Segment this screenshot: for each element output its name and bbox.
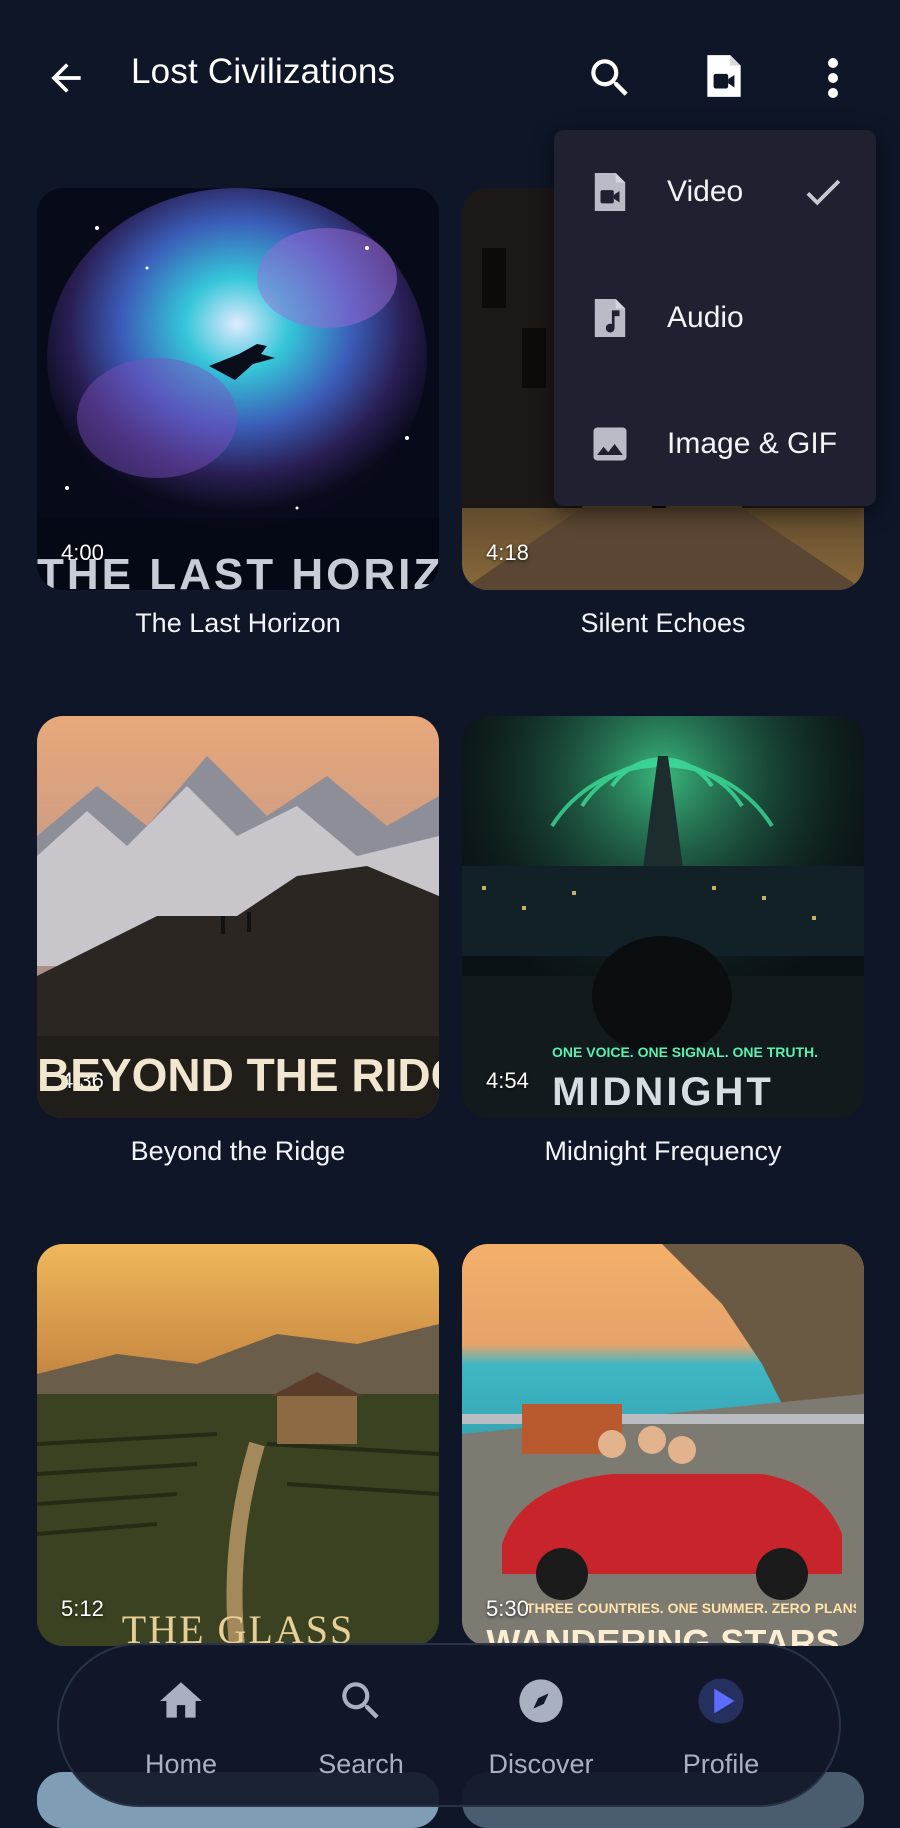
play-circle-icon — [693, 1673, 749, 1729]
more-options-button[interactable] — [808, 48, 858, 108]
poster-title: BEYOND THE RIDGE — [37, 1049, 439, 1101]
home-icon — [153, 1673, 209, 1729]
search-icon — [591, 59, 628, 96]
poster-title: MIDNIGHT — [552, 1070, 774, 1114]
video-thumbnail[interactable]: 5:30 THREE COUNTRIES. ONE SUMMER. ZERO P… — [462, 1244, 864, 1646]
nav-label: Profile — [682, 1749, 760, 1779]
nav-label: Discover — [488, 1749, 594, 1779]
nav-item-home[interactable]: Home — [101, 1645, 261, 1809]
video-thumbnail[interactable]: 4:00 THE LAST HORIZON — [37, 188, 439, 590]
menu-item-video[interactable]: Video — [554, 136, 876, 248]
image-icon — [588, 419, 632, 469]
arrow-left-icon — [51, 63, 81, 93]
audio-file-icon — [588, 293, 632, 343]
nav-item-discover[interactable]: Discover — [461, 1645, 621, 1809]
video-file-icon — [588, 167, 632, 217]
nav-label: Home — [144, 1749, 218, 1779]
video-title: Beyond the Ridge — [130, 1136, 346, 1166]
video-duration: 4:18 — [486, 540, 529, 565]
nav-label: Search — [318, 1749, 404, 1779]
search-icon — [333, 1673, 389, 1729]
page-title: Lost Civilizations — [131, 52, 396, 91]
poster-tagline: ONE VOICE. ONE SIGNAL. ONE TRUTH. — [552, 1044, 819, 1060]
back-button[interactable] — [38, 50, 94, 106]
menu-item-label: Audio — [667, 301, 744, 334]
more-vert-icon — [828, 58, 838, 98]
video-thumbnail[interactable]: 5:12 THE GLASS — [37, 1244, 439, 1646]
menu-item-audio[interactable]: Audio — [554, 262, 876, 374]
video-title: Midnight Frequency — [544, 1136, 782, 1166]
nav-item-search[interactable]: Search — [281, 1645, 441, 1809]
menu-item-image-gif[interactable]: Image & GIF — [554, 388, 876, 500]
search-button[interactable] — [580, 48, 640, 108]
nav-item-profile[interactable]: Profile — [641, 1645, 801, 1809]
bottom-navigation: Home Search Discover Profile — [57, 1643, 841, 1807]
video-title: Silent Echoes — [580, 608, 746, 638]
check-icon — [798, 167, 848, 217]
compass-icon — [513, 1673, 569, 1729]
video-title: The Last Horizon — [135, 608, 341, 638]
media-type-menu: Video Audio Image & GIF — [554, 130, 876, 506]
poster-title: THE LAST HORIZON — [37, 550, 439, 590]
video-file-icon — [707, 55, 741, 97]
video-thumbnail[interactable]: 4:36 BEYOND THE RIDGE — [37, 716, 439, 1118]
poster-title: THE GLASS — [121, 1607, 355, 1646]
menu-item-label: Video — [667, 175, 744, 208]
poster-tagline: THREE COUNTRIES. ONE SUMMER. ZERO PLANS. — [526, 1600, 856, 1616]
media-type-button[interactable] — [694, 46, 754, 106]
menu-item-label: Image & GIF — [667, 427, 838, 460]
top-app-bar: Lost Civilizations — [0, 0, 900, 150]
video-duration: 5:30 — [486, 1596, 529, 1621]
video-thumbnail[interactable]: 4:54 ONE VOICE. ONE SIGNAL. ONE TRUTH. M… — [462, 716, 864, 1118]
